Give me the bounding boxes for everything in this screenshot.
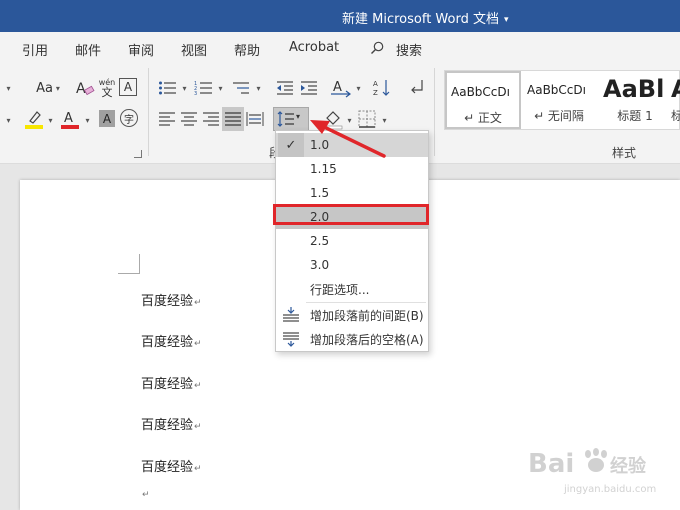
svg-text:Bai: Bai (528, 449, 574, 479)
svg-text:3: 3 (194, 91, 197, 96)
enclose-characters-button[interactable]: 字 (120, 109, 138, 127)
baidu-jingyan-watermark: Bai 经验 jingyan.baidu.com (528, 448, 656, 495)
style-name: ↵ 正文 (464, 111, 502, 125)
styles-gallery: AaBbCcDı ↵ 正文 AaBbCcDı ↵ 无间隔 AaBl 标题 1 A… (444, 70, 680, 130)
svg-text:经验: 经验 (610, 455, 647, 477)
text-effects-caret[interactable]: ▾ (0, 110, 14, 130)
style-name: ↵ 无间隔 (534, 109, 584, 123)
pinyin-guide-button[interactable]: wén 文 (97, 76, 117, 100)
styles-group-label: 样式 (612, 146, 637, 160)
style-name: 标 (670, 109, 680, 123)
document-line[interactable]: 百度经验↵ (141, 456, 202, 475)
justify-icon (225, 112, 241, 126)
document-line[interactable]: 百度经验↵ (141, 331, 202, 350)
annotation-highlight-box (273, 204, 429, 225)
tab-help[interactable]: 帮助 (234, 40, 260, 59)
tab-review[interactable]: 审阅 (128, 40, 154, 59)
font-dialog-launcher[interactable] (134, 150, 142, 158)
chinese-layout-caret[interactable]: ▾ (352, 78, 362, 98)
tab-view[interactable]: 视图 (181, 40, 207, 59)
show-formatting-marks-icon[interactable] (408, 78, 426, 98)
style-preview: A (671, 75, 680, 103)
style-name: 标题 1 (617, 109, 653, 123)
search-label[interactable]: 搜索 (396, 40, 422, 59)
style-heading-2[interactable]: A 标 (669, 71, 680, 129)
group-separator (148, 68, 149, 156)
distributed-icon[interactable] (246, 111, 264, 127)
numbering-icon[interactable]: 1 2 3 (194, 80, 214, 96)
document-line[interactable]: 百度经验↵ (141, 414, 202, 433)
bullets-caret[interactable]: ▾ (178, 78, 188, 98)
align-center-icon[interactable] (180, 111, 198, 127)
line-spacing-option-2-5[interactable]: 2.5 (276, 229, 428, 253)
align-right-icon[interactable] (202, 111, 220, 127)
font-size-label: Aa (36, 80, 53, 96)
style-preview: AaBbCcDı (451, 85, 510, 99)
style-preview: AaBbCcDı (527, 83, 586, 97)
line-spacing-option-1-5[interactable]: 1.5 (276, 181, 428, 205)
document-line[interactable]: 百度经验↵ (141, 373, 202, 392)
margin-corner-mark (118, 254, 140, 274)
justify-button[interactable] (222, 107, 244, 131)
sort-icon[interactable]: AZ (372, 78, 392, 98)
svg-text:A: A (76, 81, 86, 97)
annotation-arrow-icon (310, 120, 386, 158)
style-preview: AaBl (603, 75, 665, 103)
style-no-spacing[interactable]: AaBbCcDı ↵ 无间隔 (521, 71, 597, 129)
document-line[interactable]: ↵ (141, 486, 150, 501)
tab-references[interactable]: 引用 (22, 40, 48, 59)
menu-tabs: 引用 邮件 审阅 视图 帮助 Acrobat 搜索 (0, 32, 680, 62)
change-case-button[interactable]: Aa ▾ (30, 78, 66, 98)
svg-text:A: A (64, 111, 73, 126)
character-shading-button[interactable]: A (99, 110, 115, 127)
window-title[interactable]: 新建 Microsoft Word 文档 ▾ (342, 8, 509, 27)
chevron-down-icon: ▾ (503, 14, 509, 25)
svg-text:A: A (333, 80, 342, 95)
style-heading-1[interactable]: AaBl 标题 1 (597, 71, 673, 129)
multilevel-list-icon[interactable] (232, 80, 252, 96)
document-line[interactable]: 百度经验↵ (141, 290, 202, 309)
increase-indent-icon[interactable] (300, 80, 318, 96)
space-before-icon (283, 307, 299, 322)
svg-text:jingyan.baidu.com: jingyan.baidu.com (563, 484, 656, 495)
highlight-icon[interactable] (24, 108, 44, 130)
svg-text:Z: Z (373, 89, 378, 97)
font-color-caret[interactable]: ▾ (81, 110, 91, 130)
clear-formatting-icon[interactable]: A (75, 78, 95, 98)
pinyin-bottom: 文 (101, 85, 113, 99)
group-separator (434, 68, 435, 156)
font-color-icon[interactable]: A (60, 108, 80, 130)
change-case-caret[interactable]: ▾ (0, 78, 14, 98)
line-spacing-option-3-0[interactable]: 3.0 (276, 253, 428, 277)
svg-text:A: A (373, 80, 378, 88)
add-space-before-item[interactable]: 增加段落前的间距(B) (276, 303, 428, 327)
tab-mailings[interactable]: 邮件 (75, 40, 101, 59)
line-spacing-options-link[interactable]: 行距选项... (276, 277, 428, 301)
multilevel-list-caret[interactable]: ▾ (252, 78, 262, 98)
space-after-icon (283, 332, 299, 347)
character-border-button[interactable]: A (119, 78, 137, 96)
style-normal[interactable]: AaBbCcDı ↵ 正文 (445, 71, 521, 129)
numbering-caret[interactable]: ▾ (214, 78, 224, 98)
tab-acrobat[interactable]: Acrobat (289, 40, 339, 55)
chinese-layout-icon[interactable]: A (330, 78, 352, 98)
title-bar: 新建 Microsoft Word 文档 ▾ (0, 0, 680, 32)
add-space-after-item[interactable]: 增加段落后的空格(A) (276, 327, 428, 351)
search-icon[interactable] (370, 41, 384, 55)
bullets-icon[interactable] (158, 80, 178, 96)
align-left-icon[interactable] (158, 111, 176, 127)
line-spacing-icon (277, 111, 294, 127)
decrease-indent-icon[interactable] (276, 80, 294, 96)
highlight-caret[interactable]: ▾ (44, 110, 54, 130)
